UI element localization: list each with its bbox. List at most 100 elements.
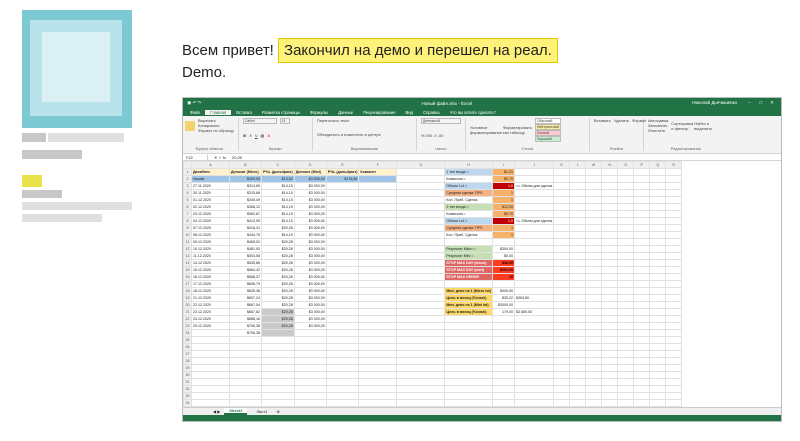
row-header[interactable]: 1	[183, 168, 192, 176]
cell[interactable]	[633, 378, 651, 386]
cell[interactable]	[585, 175, 603, 183]
cell[interactable]	[617, 196, 635, 204]
cell[interactable]	[396, 315, 446, 323]
cell[interactable]	[358, 252, 398, 260]
spreadsheet-table[interactable]: A B C D E F G H I J K L M N O P Q R 1 Дата/Item Депозит (Mic…	[183, 161, 683, 407]
cell[interactable]	[585, 322, 603, 330]
cell[interactable]	[633, 252, 651, 260]
cell[interactable]: 1	[491, 231, 515, 239]
cell[interactable]	[513, 280, 555, 288]
cell[interactable]: 22.12.2020	[191, 301, 230, 309]
cell[interactable]	[293, 336, 327, 344]
cell[interactable]	[601, 203, 619, 211]
cell[interactable]	[569, 217, 587, 225]
sheet-tab[interactable]: Sheet1	[224, 408, 248, 415]
cell[interactable]	[617, 189, 635, 197]
cell[interactable]	[617, 357, 635, 365]
cell[interactable]: Объем Lot =	[444, 182, 493, 190]
cell[interactable]: 1 тип входа =	[444, 168, 493, 176]
cell[interactable]	[569, 357, 587, 365]
cell[interactable]	[569, 399, 587, 407]
cell[interactable]	[513, 392, 555, 400]
cell[interactable]	[601, 280, 619, 288]
cell[interactable]	[513, 224, 555, 232]
row-header[interactable]: 22	[183, 315, 192, 323]
cell[interactable]	[633, 294, 651, 302]
cell[interactable]	[513, 287, 555, 295]
cell[interactable]	[601, 315, 619, 323]
cell[interactable]	[325, 182, 360, 190]
cell[interactable]	[553, 343, 571, 351]
column-header[interactable]: N	[601, 161, 619, 169]
row-header[interactable]: 11	[183, 238, 192, 246]
cell[interactable]	[396, 392, 446, 400]
cell[interactable]	[585, 287, 603, 295]
cell[interactable]	[396, 168, 446, 176]
cell[interactable]	[633, 217, 651, 225]
cell[interactable]: 08.12.2020	[191, 231, 230, 239]
cell[interactable]	[513, 210, 555, 218]
cell[interactable]	[633, 231, 651, 239]
tab-8[interactable]: Справка	[418, 110, 444, 115]
cell[interactable]: 02.12.2020	[191, 203, 230, 211]
cell[interactable]	[261, 371, 295, 379]
cell[interactable]	[601, 217, 619, 225]
cell[interactable]: $300,00	[491, 245, 515, 253]
cell[interactable]: $14,15	[261, 189, 295, 197]
cell[interactable]	[396, 350, 446, 358]
cell[interactable]	[665, 203, 683, 211]
cell[interactable]	[491, 238, 515, 246]
row-header[interactable]: 34	[183, 399, 192, 407]
minimize-icon[interactable]: –	[744, 100, 754, 105]
cell[interactable]	[569, 266, 587, 274]
cell[interactable]	[665, 294, 683, 302]
sort-filter-button[interactable]: Сортировка и фильтр	[671, 121, 693, 131]
cell[interactable]	[261, 329, 295, 337]
cell[interactable]	[513, 252, 555, 260]
cell[interactable]	[617, 168, 635, 176]
cell[interactable]	[585, 224, 603, 232]
column-header[interactable]: M	[585, 161, 603, 169]
cell[interactable]: $14,15	[261, 196, 295, 204]
cell[interactable]	[513, 259, 555, 267]
cell[interactable]	[569, 364, 587, 372]
cell[interactable]	[617, 371, 635, 379]
cell[interactable]: $14,15	[261, 210, 295, 218]
cell[interactable]	[601, 287, 619, 295]
cell[interactable]: $20,28	[261, 252, 295, 260]
cell[interactable]	[569, 182, 587, 190]
cell[interactable]	[665, 238, 683, 246]
font-size-select[interactable]: 11	[279, 118, 290, 124]
cell[interactable]	[553, 385, 571, 393]
cell[interactable]	[358, 301, 398, 309]
cell[interactable]	[396, 189, 446, 197]
cell[interactable]	[491, 385, 515, 393]
row-header[interactable]: 21	[183, 308, 192, 316]
cell[interactable]: $3 000,00	[293, 252, 327, 260]
cell[interactable]: $0,70	[491, 210, 515, 218]
cell[interactable]	[325, 392, 360, 400]
cell[interactable]	[633, 350, 651, 358]
cell[interactable]	[649, 189, 667, 197]
cell[interactable]	[617, 399, 635, 407]
cell[interactable]: 11.12.2020	[191, 252, 230, 260]
cell[interactable]	[617, 350, 635, 358]
cell[interactable]: $667,54	[229, 301, 262, 309]
cell[interactable]	[617, 392, 635, 400]
cell[interactable]: $20,28	[261, 266, 295, 274]
cell[interactable]	[585, 259, 603, 267]
row-header[interactable]: 3	[183, 182, 192, 190]
cell[interactable]: 179,00	[491, 308, 515, 316]
cell[interactable]: 1	[491, 224, 515, 232]
cell[interactable]	[513, 231, 555, 239]
cell[interactable]: $35,22	[491, 294, 515, 302]
cell[interactable]	[325, 294, 360, 302]
cell[interactable]	[325, 287, 360, 295]
cell[interactable]: $300,00	[229, 175, 262, 183]
cell[interactable]	[601, 224, 619, 232]
cell[interactable]	[665, 252, 683, 260]
cell[interactable]: $30,00	[491, 259, 515, 267]
excel-screenshot[interactable]: ▣ ↶ ↷ Новый файл.xlsx - Excel Николай Дь…	[182, 97, 782, 422]
cell[interactable]	[585, 217, 603, 225]
cell[interactable]	[569, 287, 587, 295]
